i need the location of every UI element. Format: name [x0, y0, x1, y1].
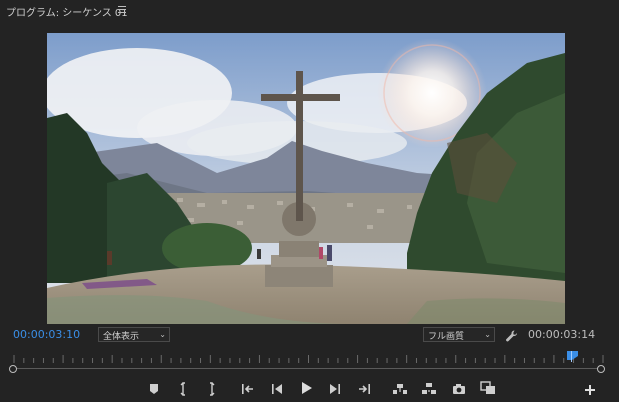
chevron-down-icon: ⌄ [484, 330, 491, 339]
extract-icon[interactable] [421, 381, 437, 397]
zoom-level-label: 全体表示 [103, 332, 140, 342]
export-frame-icon[interactable] [451, 381, 467, 397]
video-frame-image [47, 33, 565, 324]
duration-timecode: 00:00:03:14 [528, 328, 596, 341]
zoom-handle-right[interactable] [597, 365, 605, 373]
wrench-settings-icon[interactable] [505, 328, 519, 342]
panel-title[interactable]: プログラム: シーケンス 01 [6, 4, 128, 19]
playhead-marker[interactable] [566, 351, 579, 362]
add-marker-icon[interactable] [146, 381, 162, 397]
playback-resolution-select[interactable]: フル画質 ⌄ [423, 327, 495, 342]
hamburger-menu-icon[interactable] [118, 6, 126, 14]
mark-in-icon[interactable] [176, 381, 192, 397]
zoom-scroll-bar[interactable] [13, 365, 604, 372]
zoom-handle-left[interactable] [9, 365, 17, 373]
add-button-icon[interactable] [583, 382, 597, 396]
current-timecode[interactable]: 00:00:03:10 [13, 328, 80, 341]
zoom-level-select[interactable]: 全体表示 ⌄ [98, 327, 170, 342]
time-ruler[interactable] [13, 352, 604, 364]
mark-out-icon[interactable] [203, 381, 219, 397]
go-to-in-icon[interactable] [240, 381, 256, 397]
playback-resolution-label: フル画質 [428, 332, 465, 342]
comparison-view-icon[interactable] [480, 380, 496, 396]
step-forward-icon[interactable] [327, 381, 343, 397]
program-monitor-viewer[interactable] [47, 33, 565, 324]
lift-icon[interactable] [392, 381, 408, 397]
chevron-down-icon: ⌄ [159, 330, 166, 339]
go-to-out-icon[interactable] [356, 381, 372, 397]
play-icon[interactable] [298, 380, 314, 396]
panel-header: プログラム: シーケンス 01 [0, 0, 619, 22]
step-back-icon[interactable] [269, 381, 285, 397]
